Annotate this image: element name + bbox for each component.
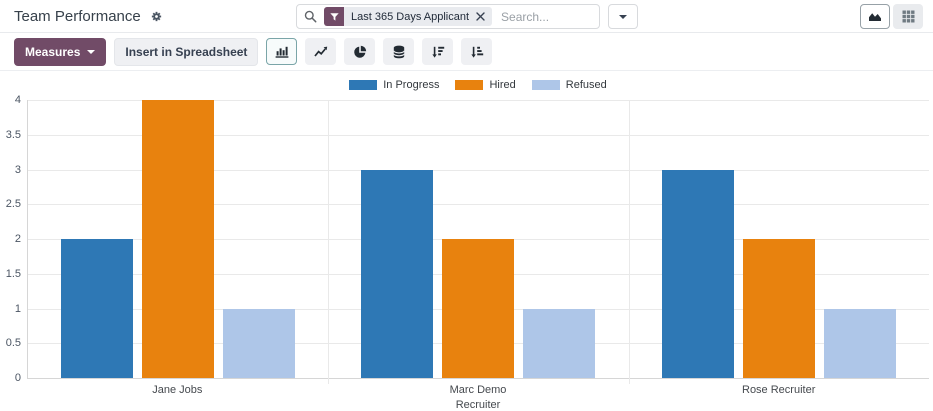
legend-item[interactable]: Refused [532, 79, 607, 91]
legend-swatch [455, 80, 483, 90]
sort-descending-icon [431, 45, 445, 59]
search-dropdown-toggle[interactable] [608, 4, 638, 29]
y-tick-label: 2.5 [6, 198, 21, 210]
legend-label: Refused [566, 79, 607, 91]
search-input[interactable] [499, 9, 592, 25]
x-axis: Jane JobsMarc DemoRose Recruiter [27, 384, 929, 396]
gear-icon[interactable] [150, 10, 163, 23]
y-tick-label: 3 [15, 164, 21, 176]
bar[interactable] [442, 239, 514, 378]
stacked-button[interactable] [383, 38, 414, 65]
bar[interactable] [223, 309, 295, 379]
bar[interactable] [142, 100, 214, 378]
view-switcher [860, 4, 923, 29]
sort-ascending-button[interactable] [461, 38, 492, 65]
y-tick-label: 1 [15, 303, 21, 315]
x-tick-label: Jane Jobs [27, 384, 328, 396]
line-chart-button[interactable] [305, 38, 336, 65]
insert-in-spreadsheet-button[interactable]: Insert in Spreadsheet [114, 38, 258, 66]
bar-group [328, 100, 628, 378]
pivot-view-button[interactable] [893, 4, 923, 29]
bar[interactable] [743, 239, 815, 378]
search-bar[interactable]: Last 365 Days Applicant [296, 4, 600, 29]
measures-label: Measures [25, 45, 80, 59]
search-icon [304, 10, 317, 23]
pie-chart-icon [353, 45, 367, 59]
y-tick-label: 4 [15, 94, 21, 106]
x-tick-label: Rose Recruiter [628, 384, 929, 396]
bar[interactable] [523, 309, 595, 379]
page-title: Team Performance [14, 8, 141, 25]
graph-view-button[interactable] [860, 4, 890, 29]
plot-area [27, 100, 929, 379]
facet-label: Last 365 Days Applicant [351, 11, 469, 23]
chart-area: In Progress Hired Refused 0 0.5 1 1.5 2 2.5 3 3.5… [0, 71, 933, 411]
chevron-down-icon [619, 15, 627, 19]
chart-legend: In Progress Hired Refused [27, 79, 929, 91]
y-tick-label: 0 [15, 372, 21, 384]
close-icon[interactable] [476, 12, 485, 21]
bar-chart-icon [275, 45, 289, 58]
bar-group [629, 100, 929, 378]
pivot-table-icon [902, 10, 915, 23]
x-axis-title: Recruiter [27, 399, 929, 411]
sort-ascending-icon [470, 45, 484, 59]
y-tick-label: 0.5 [6, 337, 21, 349]
pie-chart-button[interactable] [344, 38, 375, 65]
filter-funnel-icon [324, 7, 344, 26]
y-tick-label: 2 [15, 233, 21, 245]
control-panel: Measures Insert in Spreadsheet [0, 33, 933, 71]
legend-item[interactable]: In Progress [349, 79, 439, 91]
app-window: Team Performance [0, 0, 933, 411]
chevron-down-icon [87, 50, 95, 54]
legend-label: In Progress [383, 79, 439, 91]
bar[interactable] [61, 239, 133, 378]
database-icon [392, 45, 406, 59]
bar[interactable] [662, 170, 734, 379]
bar[interactable] [361, 170, 433, 379]
gear-icon-glyph [150, 10, 163, 23]
legend-item[interactable]: Hired [455, 79, 515, 91]
facet-body: Last 365 Days Applicant [344, 7, 492, 26]
bar-group [28, 100, 328, 378]
line-chart-icon [314, 45, 328, 58]
bar-chart-button[interactable] [266, 38, 297, 65]
y-tick-label: 1.5 [6, 268, 21, 280]
top-bar: Team Performance [0, 0, 933, 33]
area-chart-icon [868, 10, 882, 23]
measures-button[interactable]: Measures [14, 38, 106, 66]
legend-label: Hired [489, 79, 515, 91]
y-tick-label: 3.5 [6, 129, 21, 141]
bar[interactable] [824, 309, 896, 379]
legend-swatch [349, 80, 377, 90]
search-facet: Last 365 Days Applicant [324, 7, 492, 26]
x-tick-label: Marc Demo [328, 384, 629, 396]
sort-descending-button[interactable] [422, 38, 453, 65]
search-group: Last 365 Days Applicant [296, 4, 638, 29]
bar-groups [28, 100, 929, 378]
legend-swatch [532, 80, 560, 90]
y-axis: 00.511.522.533.54 [0, 100, 21, 378]
